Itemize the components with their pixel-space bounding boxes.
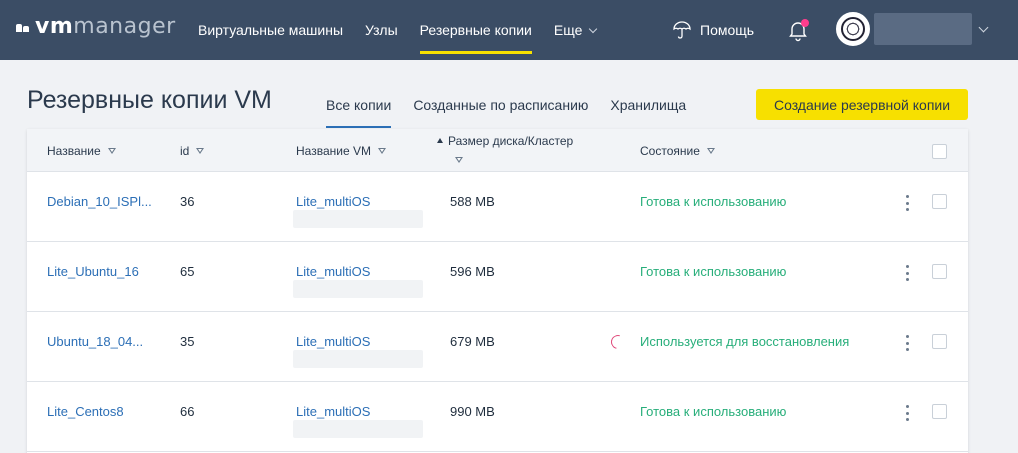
column-state-label: Состояние xyxy=(640,144,700,158)
vm-name-link[interactable]: Lite_multiOS xyxy=(296,404,370,419)
table-row[interactable]: Lite_Ubuntu_16 65 Lite_multiOS 596 MB Го… xyxy=(27,242,968,312)
kebab-menu-icon[interactable] xyxy=(904,405,910,421)
column-header-id[interactable]: id xyxy=(180,144,205,158)
column-header-state[interactable]: Состояние xyxy=(640,144,715,158)
nav-item-backups[interactable]: Резервные копии xyxy=(419,0,533,60)
filter-icon[interactable] xyxy=(377,148,386,154)
notification-dot xyxy=(801,19,809,27)
status-badge: Готова к использованию xyxy=(640,194,787,209)
column-id-label: id xyxy=(180,144,190,158)
help-label: Помощь xyxy=(700,22,755,38)
user-name-redacted[interactable] xyxy=(874,13,972,45)
backup-id: 36 xyxy=(180,194,195,209)
table-row[interactable]: Lite_Centos8 66 Lite_multiOS 990 MB Гото… xyxy=(27,382,968,452)
status-badge: Готова к использованию xyxy=(640,264,787,279)
row-checkbox[interactable] xyxy=(932,334,947,349)
backup-name-link[interactable]: Lite_Ubuntu_16 xyxy=(47,264,139,279)
cluster-redacted xyxy=(293,350,423,368)
backup-name-link[interactable]: Debian_10_ISPl... xyxy=(47,194,152,209)
disk-size: 679 MB xyxy=(450,334,495,349)
disk-size: 588 MB xyxy=(450,194,495,209)
notifications-button[interactable] xyxy=(787,18,809,42)
table-row[interactable]: Ubuntu_18_04... 35 Lite_multiOS 679 MB И… xyxy=(27,312,968,382)
column-vm-name-label: Название VM xyxy=(296,144,371,158)
kebab-menu-icon[interactable] xyxy=(904,195,910,211)
vm-name-link[interactable]: Lite_multiOS xyxy=(296,194,370,209)
logo-mark-icon xyxy=(16,22,30,32)
nav-item-more[interactable]: Еще xyxy=(553,0,598,60)
backup-id: 35 xyxy=(180,334,195,349)
backup-tabs: Все копии Созданные по расписанию Хранил… xyxy=(326,92,708,128)
status-badge: Используется для восстановления xyxy=(640,334,850,349)
backup-name-link[interactable]: Lite_Centos8 xyxy=(47,404,124,419)
loading-spinner-icon xyxy=(608,332,628,352)
page-title: Резервные копии VM xyxy=(27,86,272,114)
sort-ascending-icon xyxy=(437,138,443,143)
backup-id: 66 xyxy=(180,404,195,419)
row-checkbox[interactable] xyxy=(932,264,947,279)
tab-all-copies[interactable]: Все копии xyxy=(326,92,392,128)
filter-icon[interactable] xyxy=(706,148,715,154)
backup-id: 65 xyxy=(180,264,195,279)
filter-icon[interactable] xyxy=(455,157,463,163)
vm-name-link[interactable]: Lite_multiOS xyxy=(296,334,370,349)
disk-size-filter[interactable] xyxy=(455,153,463,167)
disk-size: 990 MB xyxy=(450,404,495,419)
logo-text: vmmanager xyxy=(35,14,176,39)
cluster-redacted xyxy=(293,210,423,228)
row-checkbox[interactable] xyxy=(932,194,947,209)
vm-name-link[interactable]: Lite_multiOS xyxy=(296,264,370,279)
umbrella-icon xyxy=(673,21,691,39)
app-logo[interactable]: vmmanager xyxy=(16,16,176,38)
row-checkbox[interactable] xyxy=(932,404,947,419)
nav-item-nodes[interactable]: Узлы xyxy=(365,0,398,60)
table-header: Название id Название VM Размер диска/Кла… xyxy=(27,129,968,172)
cluster-redacted xyxy=(293,280,423,298)
kebab-menu-icon[interactable] xyxy=(904,265,910,281)
backup-name-link[interactable]: Ubuntu_18_04... xyxy=(47,334,143,349)
status-badge: Готова к использованию xyxy=(640,404,787,419)
cluster-redacted xyxy=(293,420,423,438)
kebab-menu-icon[interactable] xyxy=(904,335,910,351)
backups-table: Название id Название VM Размер диска/Кла… xyxy=(27,129,968,453)
column-header-disk-size[interactable]: Размер диска/Кластер xyxy=(437,134,573,148)
select-all-checkbox[interactable] xyxy=(932,144,947,159)
table-row[interactable]: Debian_10_ISPl... 36 Lite_multiOS 588 MB… xyxy=(27,172,968,242)
tab-scheduled[interactable]: Созданные по расписанию xyxy=(413,92,588,128)
create-backup-button[interactable]: Создание резервной копии xyxy=(756,89,968,120)
column-header-name[interactable]: Название xyxy=(47,144,116,158)
chevron-down-icon xyxy=(589,24,598,34)
nav-item-virtual-machines[interactable]: Виртуальные машины xyxy=(198,0,343,60)
avatar[interactable] xyxy=(836,12,870,46)
main-nav: Виртуальные машины Узлы Резервные копии … xyxy=(198,0,618,60)
avatar-emblem-icon xyxy=(841,17,865,41)
filter-icon[interactable] xyxy=(196,148,205,154)
column-name-label: Название xyxy=(47,144,101,158)
top-navigation-bar: vmmanager Виртуальные машины Узлы Резерв… xyxy=(0,0,1018,60)
column-header-vm-name[interactable]: Название VM xyxy=(296,144,386,158)
help-button[interactable]: Помощь xyxy=(672,20,754,40)
user-menu-chevron-icon[interactable] xyxy=(978,22,989,33)
disk-size: 596 MB xyxy=(450,264,495,279)
column-disk-size-label: Размер диска/Кластер xyxy=(448,134,574,148)
filter-icon[interactable] xyxy=(107,148,116,154)
nav-more-label: Еще xyxy=(553,22,583,38)
tab-storages[interactable]: Хранилища xyxy=(610,92,686,128)
